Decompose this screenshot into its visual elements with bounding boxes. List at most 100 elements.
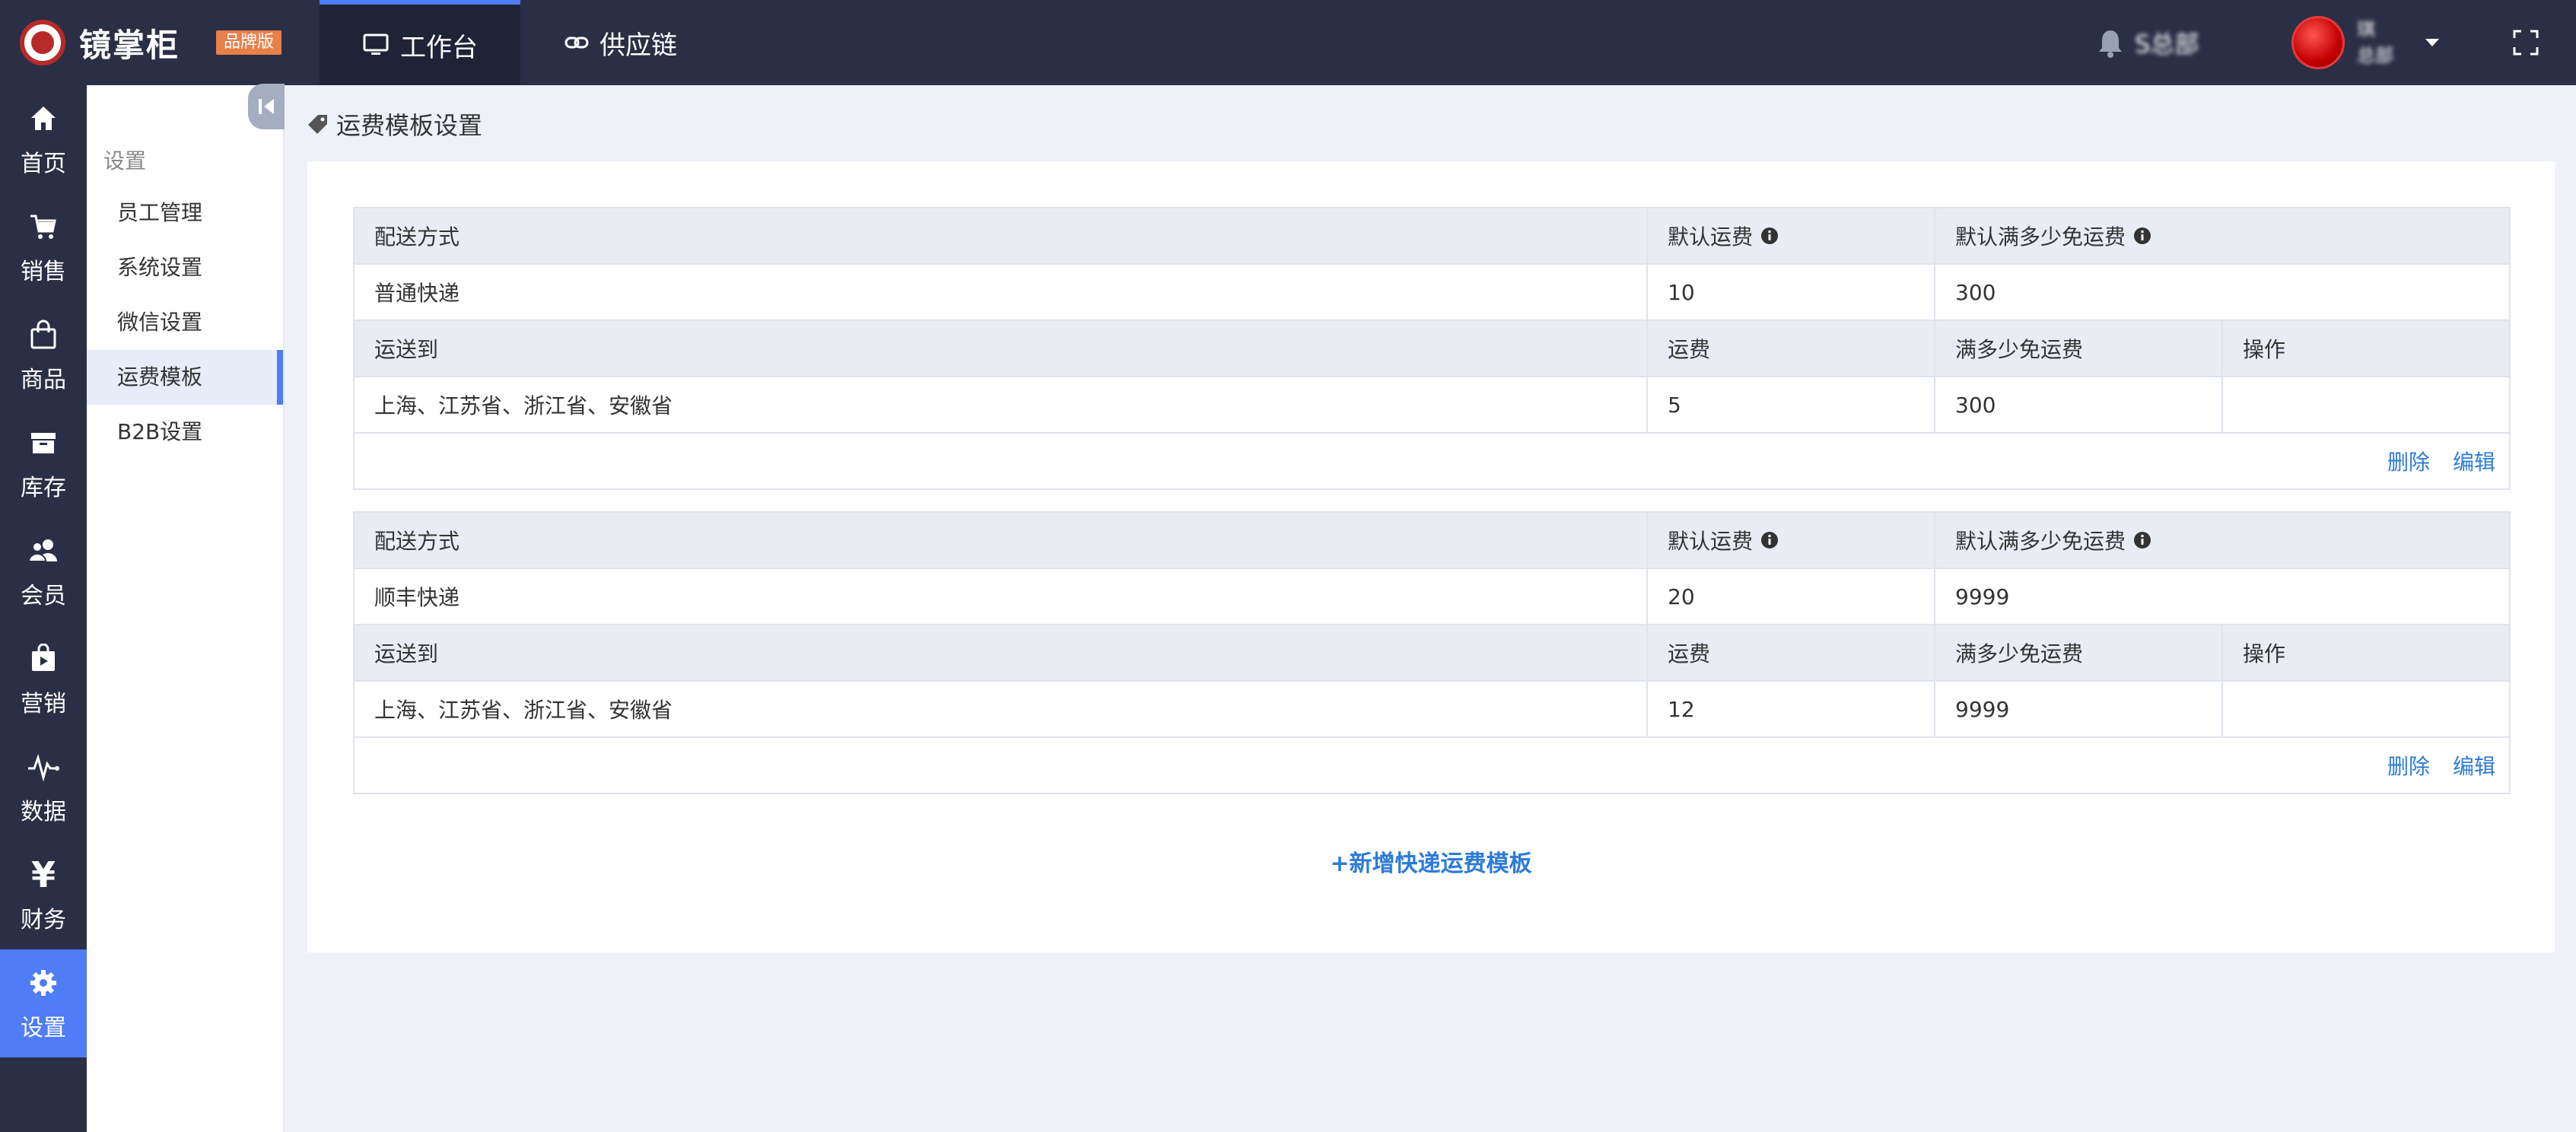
sidebar-item-inventory[interactable]: 库存 — [0, 409, 87, 517]
bag-icon — [28, 316, 59, 353]
column-header: 运费 — [1668, 337, 1711, 362]
users-icon — [27, 533, 60, 569]
default-free-threshold-value: 9999 — [1955, 583, 2010, 609]
sidebar-item-label: 首页 — [21, 151, 66, 177]
table-row: 普通快递 10 300 — [355, 265, 2509, 321]
sidebar-item-members[interactable]: 会员 — [0, 517, 87, 625]
collapse-submenu-button[interactable] — [248, 84, 285, 129]
link-icon — [564, 35, 589, 50]
sidebar-item-label: 商品 — [21, 367, 66, 393]
delete-button[interactable]: 删除 — [2387, 446, 2430, 476]
table-header-row: 配送方式 默认运费 默认满多少免运费 — [355, 208, 2509, 265]
table-header-row: 运送到 运费 满多少免运费 操作 — [355, 625, 2509, 682]
sidebar-item-sales[interactable]: 销售 — [0, 193, 87, 301]
table-header-row: 配送方式 默认运费 默认满多少免运费 — [355, 513, 2509, 569]
sidebar-item-label: 库存 — [21, 475, 66, 501]
region-value: 上海、江苏省、浙江省、安徽省 — [374, 698, 673, 723]
info-icon[interactable] — [1760, 227, 1779, 245]
sidebar-item-products[interactable]: 商品 — [0, 301, 87, 409]
column-header: 默认运费 — [1668, 529, 1754, 554]
submenu-item-b2b[interactable]: B2B设置 — [87, 405, 283, 459]
column-header: 运送到 — [374, 337, 439, 362]
template-actions: 删除 编辑 — [355, 738, 2509, 793]
delivery-method-value: 普通快递 — [374, 281, 460, 306]
sidebar-item-home[interactable]: 首页 — [0, 85, 87, 193]
logo-icon — [20, 20, 65, 65]
notification-area[interactable]: S总部 — [2097, 0, 2199, 85]
sidebar-item-label: 财务 — [21, 907, 66, 933]
edit-button[interactable]: 编辑 — [2453, 750, 2495, 781]
tab-label: 供应链 — [599, 30, 677, 61]
submenu-title: 设置 — [103, 148, 147, 173]
sidebar-item-label: 设置 — [21, 1015, 66, 1041]
content-panel: 配送方式 默认运费 默认满多少免运费 普通快递 10 300 运送到 运费 满多… — [307, 161, 2555, 952]
sidebar-item-label: 会员 — [21, 583, 66, 609]
collapse-left-icon — [256, 97, 276, 116]
table-row: 上海、江苏省、浙江省、安徽省 12 9999 — [355, 682, 2509, 738]
sidebar-item-data[interactable]: 数据 — [0, 733, 87, 841]
table-row: 上海、江苏省、浙江省、安徽省 5 300 — [355, 377, 2509, 434]
column-header: 运送到 — [374, 641, 439, 666]
tab-supply-chain[interactable]: 供应链 — [564, 0, 677, 85]
caret-down-icon[interactable] — [2424, 37, 2441, 48]
user-name: 琪 — [2357, 19, 2375, 40]
tab-label: 工作台 — [400, 32, 478, 63]
column-header: 操作 — [2243, 337, 2286, 362]
fullscreen-icon[interactable] — [2512, 29, 2539, 56]
table-header-row: 运送到 运费 满多少免运费 操作 — [355, 321, 2509, 377]
column-header: 操作 — [2243, 641, 2286, 666]
main-sidebar: 首页 销售 商品 库存 会员 营销 数据 ¥ 财务 设置 — [0, 85, 87, 1132]
operation-cell — [2223, 682, 2509, 736]
app-logo[interactable]: 镜掌柜 — [20, 17, 180, 68]
submenu-item-shipping-template[interactable]: 运费模板 — [87, 350, 283, 405]
default-fee-value: 20 — [1668, 583, 1695, 609]
fee-value: 5 — [1668, 392, 1681, 418]
delete-button[interactable]: 删除 — [2387, 750, 2430, 781]
avatar[interactable] — [2291, 16, 2345, 69]
tab-workbench[interactable]: 工作台 — [320, 0, 520, 85]
info-icon[interactable] — [1760, 531, 1779, 549]
page-header: 运费模板设置 — [307, 107, 482, 142]
settings-submenu: 设置 员工管理 系统设置 微信设置 运费模板 B2B设置 — [87, 85, 285, 1132]
sidebar-item-finance[interactable]: ¥ 财务 — [0, 841, 87, 949]
region-value: 上海、江苏省、浙江省、安徽省 — [374, 393, 673, 418]
promotion-icon — [28, 641, 59, 677]
free-threshold-value: 9999 — [1955, 696, 2010, 722]
submenu-item-staff[interactable]: 员工管理 — [87, 186, 283, 240]
column-header: 满多少免运费 — [1955, 641, 2084, 666]
column-header: 满多少免运费 — [1955, 337, 2084, 362]
fee-value: 12 — [1668, 696, 1695, 722]
pulse-icon — [27, 749, 60, 785]
delivery-method-value: 顺丰快递 — [374, 585, 460, 610]
cart-icon — [28, 208, 59, 245]
table-row: 顺丰快递 20 9999 — [355, 569, 2509, 625]
submenu-item-wechat[interactable]: 微信设置 — [87, 295, 283, 350]
org-name: S总部 — [2135, 30, 2199, 59]
free-threshold-value: 300 — [1955, 392, 1996, 418]
info-icon[interactable] — [2133, 531, 2151, 549]
yen-icon: ¥ — [30, 854, 56, 895]
page-title: 运费模板设置 — [336, 111, 483, 140]
user-menu[interactable]: 琪 总部 — [2291, 0, 2441, 85]
sidebar-item-settings[interactable]: 设置 — [0, 949, 87, 1057]
info-icon[interactable] — [2133, 227, 2151, 245]
shipping-template-card: 配送方式 默认运费 默认满多少免运费 顺丰快递 20 9999 运送到 运费 满… — [353, 511, 2511, 794]
edit-button[interactable]: 编辑 — [2453, 446, 2495, 476]
bell-icon[interactable] — [2097, 27, 2124, 58]
default-fee-value: 10 — [1668, 279, 1695, 305]
sidebar-item-label: 销售 — [21, 259, 66, 285]
user-org: 总部 — [2357, 45, 2393, 66]
home-icon — [28, 100, 59, 137]
default-free-threshold-value: 300 — [1955, 279, 1996, 305]
column-header: 配送方式 — [374, 529, 460, 554]
sidebar-item-marketing[interactable]: 营销 — [0, 625, 87, 733]
column-header: 默认满多少免运费 — [1955, 529, 2126, 554]
add-shipping-template-button[interactable]: +新增快递运费模板 — [307, 844, 2555, 878]
submenu-item-system[interactable]: 系统设置 — [87, 240, 283, 295]
top-bar: 镜掌柜 品牌版 工作台 供应链 S总部 琪 总部 — [0, 0, 2576, 85]
column-header: 默认满多少免运费 — [1955, 224, 2126, 250]
tag-icon — [307, 113, 329, 135]
column-header: 默认运费 — [1668, 224, 1754, 250]
sidebar-item-label: 营销 — [21, 691, 66, 717]
template-actions: 删除 编辑 — [355, 434, 2509, 488]
